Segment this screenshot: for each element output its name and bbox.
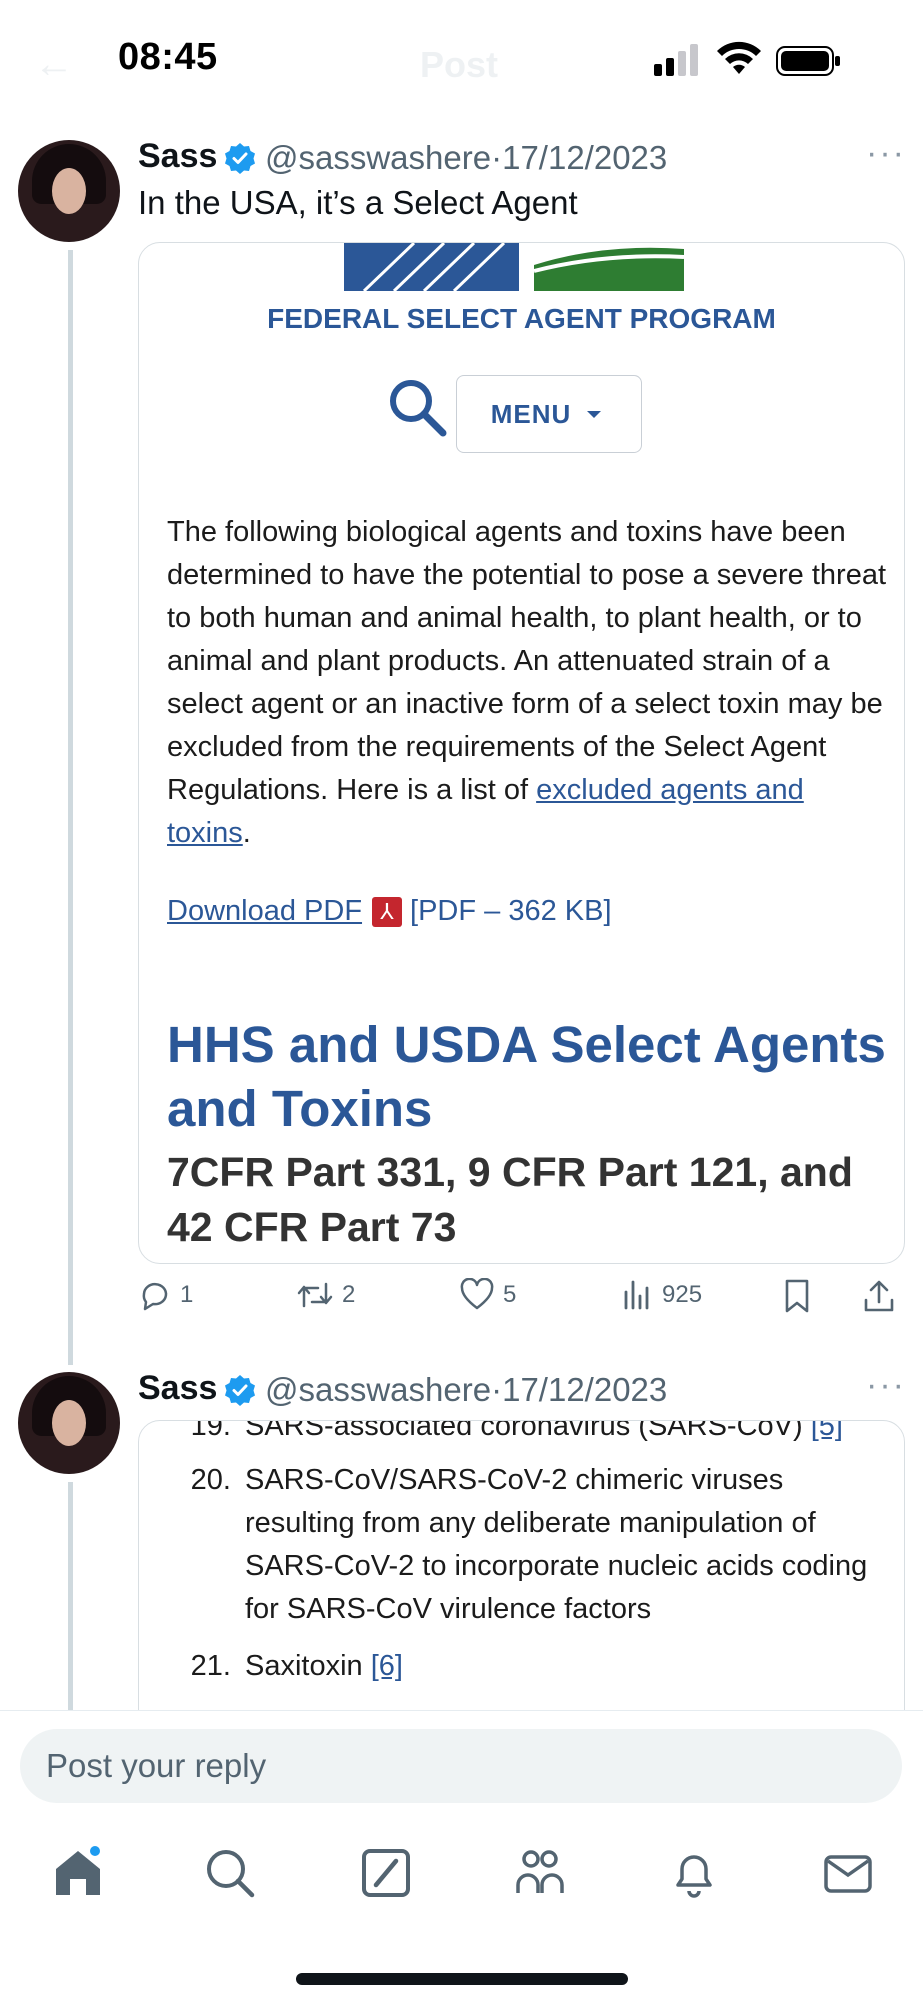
avatar[interactable]: [18, 140, 120, 242]
communities-icon[interactable]: [512, 1845, 568, 1901]
status-bar: ← Post 08:45: [0, 0, 923, 120]
cdc-logo: [344, 243, 684, 291]
author-name[interactable]: Sass: [138, 137, 217, 176]
verified-badge-icon: [225, 1375, 255, 1406]
author-handle[interactable]: @sasswashere·17/12/2023: [265, 139, 667, 177]
search-icon: [390, 380, 447, 437]
reply-bar: Post your reply: [0, 1710, 923, 2001]
media-card[interactable]: FEDERAL SELECT AGENT PROGRAM MENU The fo…: [138, 242, 905, 1264]
author-handle[interactable]: @sasswashere·17/12/2023: [265, 1371, 667, 1409]
program-title: FEDERAL SELECT AGENT PROGRAM: [267, 303, 776, 334]
views-icon: [624, 1280, 649, 1310]
card-subheading: 7CFR Part 331, 9 CFR Part 121, and 42 CF…: [167, 1149, 853, 1250]
tweet-actions: 1 2 5 925: [0, 1278, 923, 1322]
battery-icon: [776, 46, 840, 76]
caret-down-icon: [587, 411, 602, 418]
card-paragraph: The following biological agents and toxi…: [167, 516, 887, 849]
home-indicator: [296, 1973, 628, 1985]
menu-button: MENU: [456, 375, 642, 453]
author-name[interactable]: Sass: [138, 1369, 217, 1408]
views-button[interactable]: 925: [622, 1278, 702, 1312]
repost-icon: [297, 1282, 333, 1308]
bookmark-icon: [785, 1279, 809, 1313]
thread-line: [68, 1482, 73, 1712]
grok-icon[interactable]: [358, 1845, 414, 1901]
share-icon: [864, 1280, 894, 1312]
home-icon[interactable]: [50, 1845, 106, 1901]
thread-line: [68, 250, 73, 1365]
search-icon[interactable]: [202, 1845, 258, 1901]
reply-icon: [142, 1282, 168, 1311]
list-item: 21. Saxitoxin [6]: [190, 1650, 403, 1682]
back-arrow-icon[interactable]: ←: [34, 42, 74, 87]
wifi-icon: [717, 41, 761, 74]
reply-button[interactable]: 1: [138, 1278, 193, 1312]
header-title: Post: [420, 44, 499, 85]
heart-icon: [460, 1278, 494, 1310]
pdf-icon: ⅄: [372, 896, 403, 927]
avatar[interactable]: [18, 1372, 120, 1474]
more-options-icon[interactable]: ···: [866, 1366, 906, 1405]
cellular-signal-icon: [654, 44, 698, 76]
status-time: 08:45: [118, 36, 218, 78]
more-options-icon[interactable]: ···: [866, 134, 906, 173]
bookmark-button[interactable]: [782, 1278, 820, 1314]
reply-input[interactable]: Post your reply: [20, 1729, 902, 1803]
messages-icon[interactable]: [820, 1845, 876, 1901]
download-pdf-link: Download PDF: [167, 895, 363, 927]
share-button[interactable]: [862, 1278, 904, 1314]
notifications-icon[interactable]: [666, 1845, 722, 1901]
tweet-text: In the USA, it’s a Select Agent: [138, 184, 578, 221]
like-button[interactable]: 5: [459, 1278, 516, 1312]
card-heading: HHS and USDA Select Agents and Toxins: [167, 1016, 886, 1137]
list-item: 19. SARS-associated coronavirus (SARS-Co…: [190, 1420, 843, 1442]
list-item: 20. SARS-CoV/SARS-CoV-2 chimeric viruses…: [190, 1464, 868, 1625]
repost-button[interactable]: 2: [296, 1278, 355, 1312]
verified-badge-icon: [225, 143, 255, 174]
pdf-info: [PDF – 362 KB]: [410, 895, 612, 927]
download-row: Download PDF ⅄ [PDF – 362 KB]: [167, 895, 612, 928]
